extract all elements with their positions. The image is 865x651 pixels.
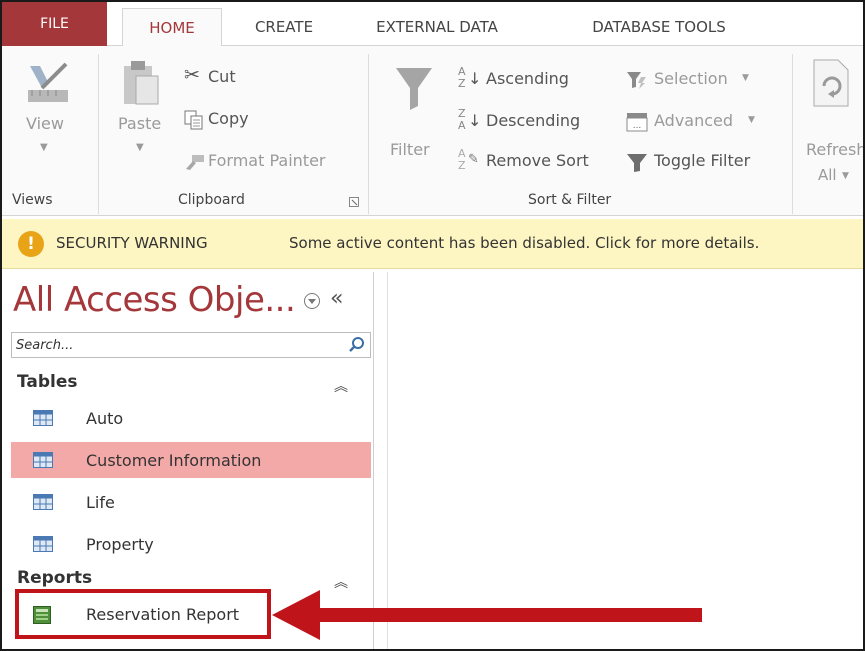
view-button[interactable]: View ▼ xyxy=(12,54,82,184)
refresh-all-button[interactable]: Refresh All ▼ xyxy=(798,54,865,184)
svg-text:...: ... xyxy=(633,121,642,131)
dialog-launcher-icon[interactable] xyxy=(349,197,359,207)
table-item-label: Property xyxy=(86,535,154,554)
collapse-pane-icon[interactable]: « xyxy=(330,286,343,311)
arrow-down-icon: ↓ xyxy=(468,111,482,130)
table-icon xyxy=(33,536,53,552)
chevron-down-icon: ▼ xyxy=(748,115,755,125)
callout-highlight-box xyxy=(15,589,271,639)
selection-label: Selection xyxy=(654,69,728,88)
filter-funnel-icon xyxy=(396,68,432,110)
table-item-property[interactable]: Property xyxy=(11,526,371,562)
scissors-icon: ✂ xyxy=(184,64,200,86)
table-item-label: Customer Information xyxy=(86,451,262,470)
table-icon xyxy=(33,494,53,510)
copy-label: Copy xyxy=(208,109,249,128)
descending-button[interactable]: ZA ↓ Descending xyxy=(458,107,608,136)
format-painter-label: Format Painter xyxy=(208,151,326,170)
table-item-label: Life xyxy=(86,493,115,512)
chevron-down-icon: ▼ xyxy=(136,142,144,153)
filter-label: Filter xyxy=(390,140,430,159)
advanced-filter-icon: ... xyxy=(626,113,648,132)
advanced-label: Advanced xyxy=(654,111,734,130)
tab-create[interactable]: CREATE xyxy=(234,8,334,46)
table-item-label: Auto xyxy=(86,409,124,428)
nav-pane-title[interactable]: All Access Obje... xyxy=(13,280,296,320)
security-warning-message[interactable]: Some active content has been disabled. C… xyxy=(289,234,759,252)
eraser-icon: ✎ xyxy=(468,152,479,167)
ascending-button[interactable]: AZ ↓ Ascending xyxy=(458,65,598,94)
security-warning-bar[interactable]: ! SECURITY WARNING Some active content h… xyxy=(2,219,863,269)
section-header-reports[interactable]: Reports xyxy=(17,568,92,588)
callout-arrow-icon xyxy=(272,590,702,640)
ribbon: View ▼ Views Paste ▼ ✂ Cut Copy Format P… xyxy=(2,46,865,216)
tab-external-data[interactable]: EXTERNAL DATA xyxy=(362,8,512,46)
warning-shield-icon: ! xyxy=(18,231,44,257)
group-divider xyxy=(98,54,99,214)
dropdown-circle-icon[interactable] xyxy=(303,292,321,310)
format-painter-button[interactable]: Format Painter xyxy=(184,150,359,176)
chevron-down-icon: ▼ xyxy=(40,142,48,153)
sort-descending-icon: ZA xyxy=(458,107,466,132)
view-label: View xyxy=(26,114,64,133)
ascending-label: Ascending xyxy=(486,69,569,88)
ribbon-tab-bar: FILE HOME CREATE EXTERNAL DATA DATABASE … xyxy=(2,2,863,47)
tab-home[interactable]: HOME xyxy=(122,8,222,47)
cut-button[interactable]: ✂ Cut xyxy=(184,64,274,92)
toggle-filter-button[interactable]: Toggle Filter xyxy=(626,150,786,176)
tab-file[interactable]: FILE xyxy=(2,2,107,46)
security-warning-title: SECURITY WARNING xyxy=(56,234,208,252)
remove-sort-icon: AZ xyxy=(458,147,466,172)
descending-label: Descending xyxy=(486,111,581,130)
filter-button[interactable]: Filter xyxy=(386,54,442,184)
advanced-button[interactable]: ... Advanced ▼ xyxy=(626,110,766,136)
view-design-icon xyxy=(28,62,68,102)
table-item-customer-information[interactable]: Customer Information xyxy=(11,442,371,478)
group-label-views: Views xyxy=(12,192,53,208)
cut-label: Cut xyxy=(208,67,236,86)
paste-label: Paste xyxy=(118,114,162,133)
chevron-down-icon: ▼ xyxy=(842,171,849,181)
search-box[interactable] xyxy=(11,332,371,358)
search-input[interactable] xyxy=(12,333,342,357)
chevron-down-icon: ▼ xyxy=(742,73,749,83)
copy-icon xyxy=(184,110,203,130)
remove-sort-button[interactable]: AZ ✎ Remove Sort xyxy=(458,147,618,176)
group-label-sort-filter: Sort & Filter xyxy=(528,192,612,208)
copy-button[interactable]: Copy xyxy=(184,108,284,134)
selection-filter-icon xyxy=(627,72,646,89)
refresh-icon xyxy=(813,59,849,107)
table-icon xyxy=(33,410,53,426)
table-item-auto[interactable]: Auto xyxy=(11,400,371,436)
refresh-all-label: All xyxy=(818,166,837,184)
paintbrush-icon xyxy=(186,155,204,170)
group-divider xyxy=(368,54,369,214)
paste-button[interactable]: Paste ▼ xyxy=(106,54,170,184)
access-window: FILE HOME CREATE EXTERNAL DATA DATABASE … xyxy=(0,0,865,651)
table-item-life[interactable]: Life xyxy=(11,484,371,520)
chevron-up-double-icon[interactable]: ︽ xyxy=(334,376,348,396)
group-divider xyxy=(792,54,793,214)
selection-button[interactable]: Selection ▼ xyxy=(626,68,766,94)
tab-database-tools[interactable]: DATABASE TOOLS xyxy=(574,8,744,46)
section-header-tables[interactable]: Tables xyxy=(17,372,78,392)
search-icon[interactable] xyxy=(348,336,366,354)
sort-ascending-icon: AZ xyxy=(458,65,466,90)
arrow-down-icon: ↓ xyxy=(468,69,482,88)
group-label-clipboard: Clipboard xyxy=(178,192,245,208)
toggle-filter-label: Toggle Filter xyxy=(654,151,751,170)
remove-sort-label: Remove Sort xyxy=(486,151,589,170)
toggle-filter-icon xyxy=(627,154,647,172)
paste-icon xyxy=(124,61,159,105)
table-icon xyxy=(33,452,53,468)
refresh-label: Refresh xyxy=(806,140,865,159)
